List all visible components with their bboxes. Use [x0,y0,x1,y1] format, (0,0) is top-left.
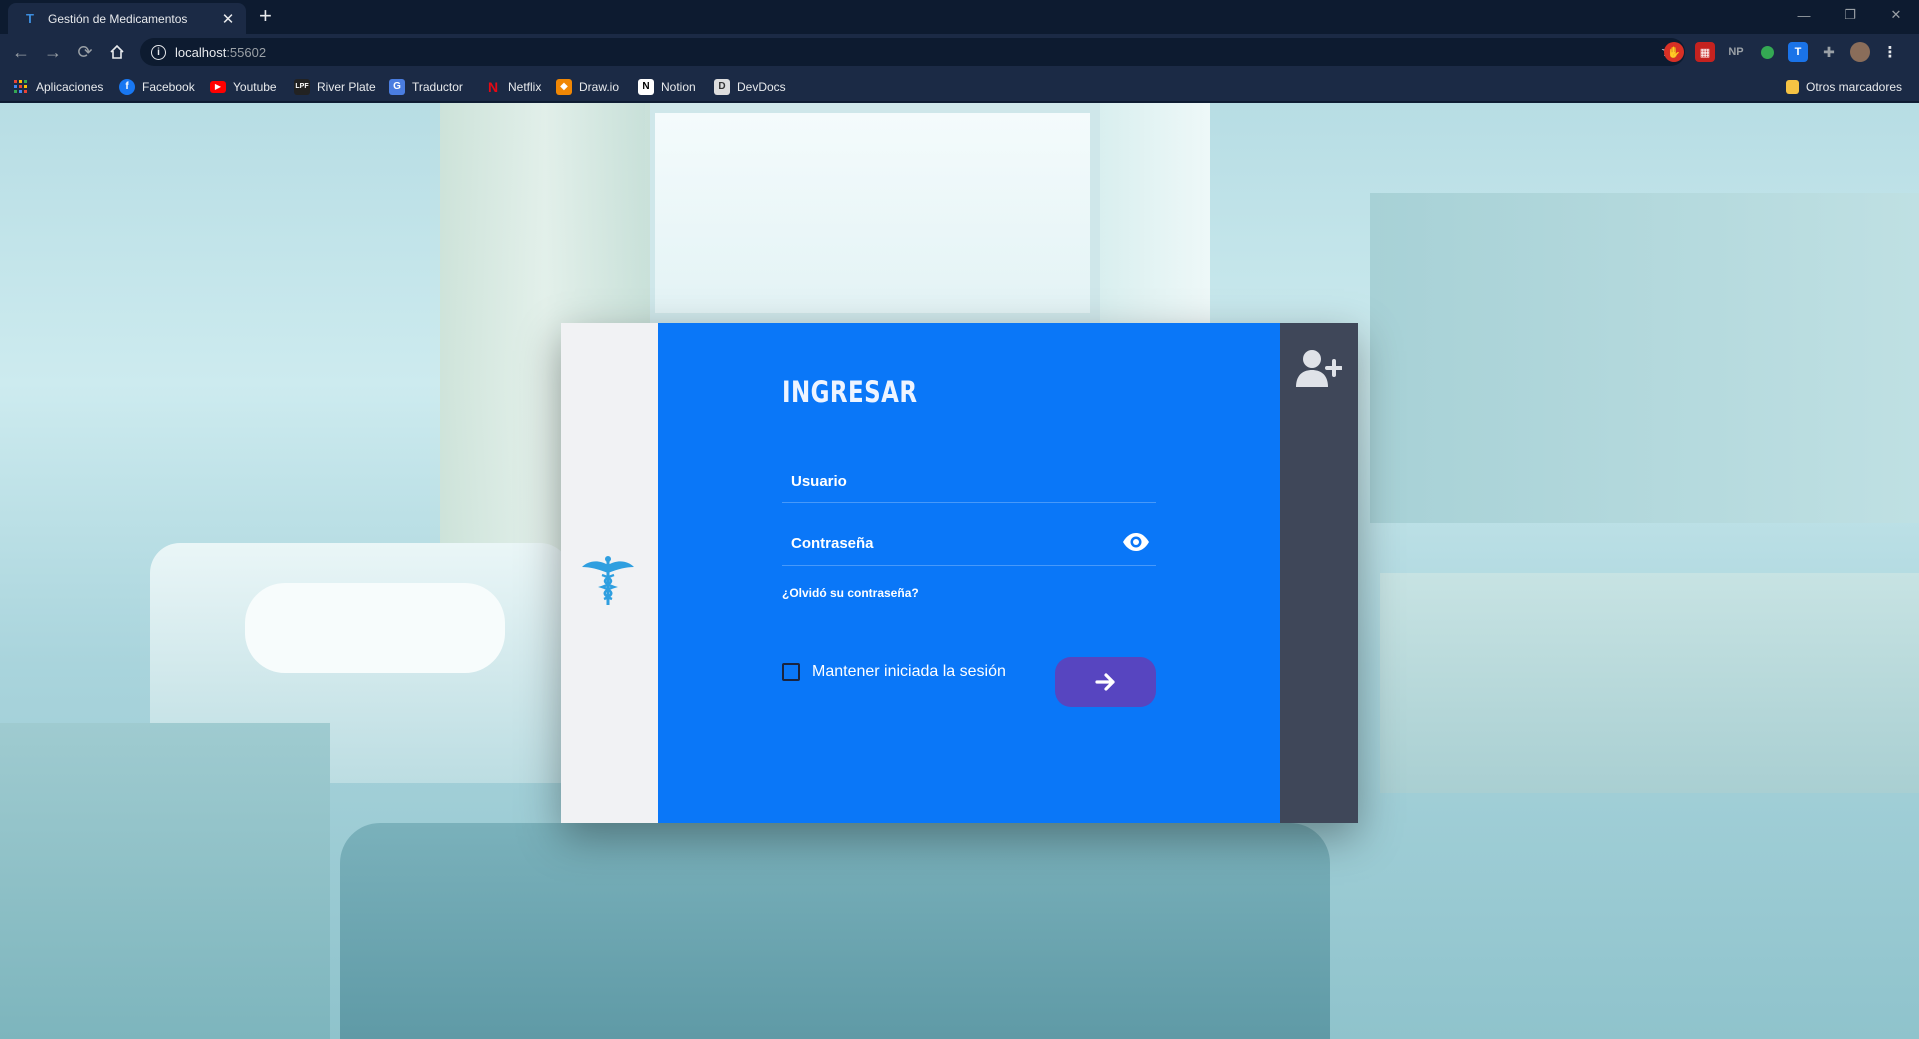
background-desk [1380,573,1919,793]
bookmark-devdocs[interactable]: D DevDocs [714,78,786,95]
bookmark-netflix[interactable]: N Netflix [485,78,541,95]
remember-me-row: Mantener iniciada la sesión [782,663,1006,681]
bookmark-traductor[interactable]: G Traductor [389,78,463,95]
bookmark-label: Otros marcadores [1806,79,1903,94]
login-submit-button[interactable] [1055,657,1156,707]
bookmark-label: Aplicaciones [36,79,104,94]
background-pillow [245,583,505,673]
url-port: :55602 [226,44,267,60]
drawio-icon: ◆ [556,78,572,95]
calendar-extension-icon[interactable]: ▦ [1695,42,1715,62]
extensions-puzzle-icon[interactable]: ✚ [1819,42,1839,62]
register-side-panel [1280,323,1358,823]
url-host: localhost [175,44,227,60]
minimize-icon[interactable]: — [1781,0,1827,30]
remember-me-checkbox[interactable] [782,663,800,681]
bookmark-label: Youtube [233,79,277,94]
address-bar[interactable]: i localhost:55602 ☆ [140,38,1685,66]
restore-icon[interactable]: ❐ [1827,0,1873,30]
login-title: INGRESAR [782,375,918,409]
forgot-password-link[interactable]: ¿Olvidó su contraseña? [782,586,919,600]
green-dot-extension-icon[interactable] [1757,42,1777,62]
profile-avatar[interactable] [1850,42,1870,62]
adblock-extension-icon[interactable]: ✋ [1664,42,1684,62]
netflix-icon: N [487,78,499,95]
bookmark-notion[interactable]: N Notion [638,78,696,95]
bookmark-aplicaciones[interactable]: Aplicaciones [13,78,103,95]
browser-tab-strip: T Gestión de Medicamentos ✕ + — ❐ ✕ [0,0,1919,34]
password-field [782,522,1156,566]
youtube-icon: ▶ [210,80,226,93]
background-window [645,103,1100,323]
login-card: INGRESAR ¿Olvidó su contraseña? Mantener… [561,323,1358,823]
tab-favicon-icon: T [26,11,34,26]
page-viewport: INGRESAR ¿Olvidó su contraseña? Mantener… [0,103,1919,1039]
browser-tab[interactable]: T Gestión de Medicamentos ✕ [8,3,246,34]
translate-extension-icon[interactable]: T [1788,42,1808,62]
show-password-eye-icon[interactable] [1122,532,1150,552]
bookmark-label: Notion [661,79,696,94]
username-field [782,461,1156,503]
background-cabinet [1370,193,1919,523]
bookmark-label: River Plate [317,79,376,94]
forward-icon[interactable]: → [42,41,64,63]
caduceus-icon [582,556,634,605]
background-bed-rail [340,823,1330,1039]
site-info-icon[interactable]: i [151,44,166,60]
close-window-icon[interactable]: ✕ [1873,0,1919,30]
facebook-icon: f [119,78,135,95]
apps-grid-icon [13,79,29,95]
bookmark-river-plate[interactable]: LPF River Plate [294,78,376,95]
river-plate-icon: LPF [294,78,310,95]
browser-toolbar: ← → ⟳ i localhost:55602 ☆ ✋ ▦ NP T ✚ ⋮ [0,34,1919,70]
bookmarks-bar: Aplicaciones f Facebook ▶ Youtube LPF River… [0,70,1919,102]
background-nightstand [0,723,330,1039]
notion-icon: N [638,78,654,95]
username-input[interactable] [782,461,1156,502]
bookmark-youtube[interactable]: ▶ Youtube [210,78,277,95]
bookmark-label: Traductor [412,79,463,94]
bookmark-drawio[interactable]: ◆ Draw.io [556,78,619,95]
bookmark-facebook[interactable]: f Facebook [119,78,195,95]
bookmark-label: Netflix [508,79,542,94]
add-user-icon[interactable] [1294,349,1342,389]
login-form-panel: INGRESAR ¿Olvidó su contraseña? Mantener… [658,323,1280,823]
bookmark-label: Draw.io [579,79,620,94]
bookmark-label: DevDocs [737,79,786,94]
reload-icon[interactable]: ⟳ [74,41,96,63]
devdocs-icon: D [714,78,730,95]
translate-icon: G [389,78,405,95]
close-tab-icon[interactable]: ✕ [220,10,236,28]
folder-icon [1786,79,1799,94]
back-icon[interactable]: ← [10,41,32,63]
home-icon[interactable] [106,41,128,63]
arrow-right-icon [1094,673,1115,691]
browser-menu-icon[interactable]: ⋮ [1880,42,1900,62]
password-input[interactable] [782,522,1156,565]
bookmark-label: Facebook [142,79,195,94]
window-controls: — ❐ ✕ [1781,0,1919,30]
np-extension-icon[interactable]: NP [1726,42,1746,62]
remember-me-label[interactable]: Mantener iniciada la sesión [812,663,1006,681]
tab-title: Gestión de Medicamentos [48,11,188,26]
brand-panel [561,323,658,823]
new-tab-icon[interactable]: + [259,5,272,27]
bookmark-other-folder[interactable]: Otros marcadores [1786,78,1902,95]
